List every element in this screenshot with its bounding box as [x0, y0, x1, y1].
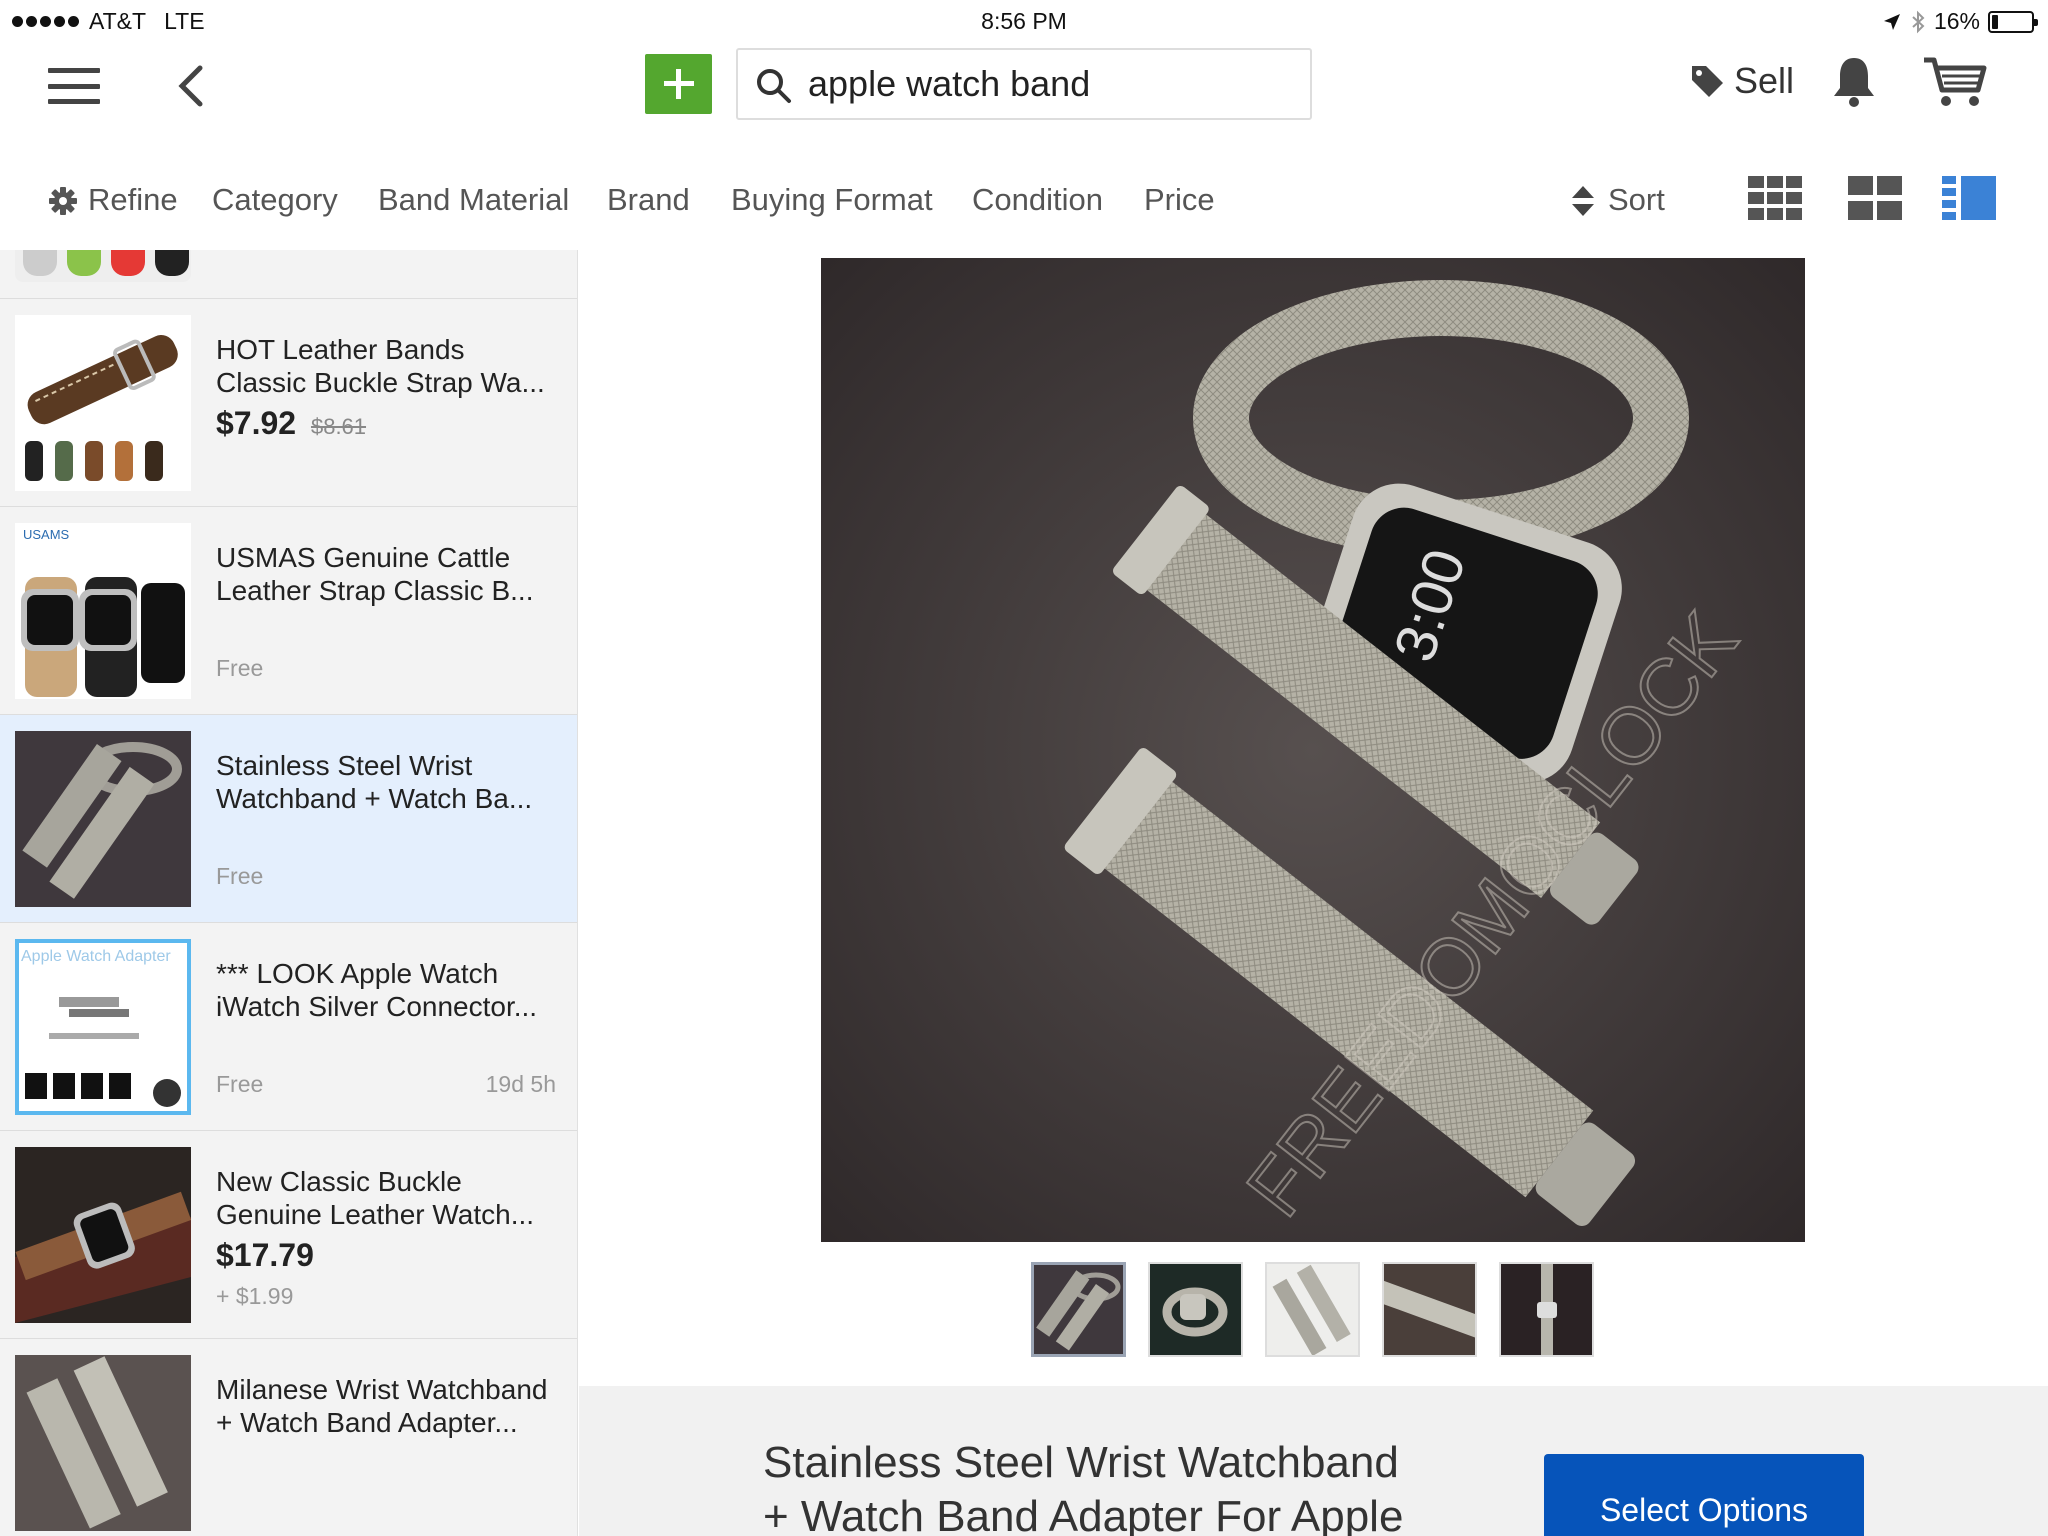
listing-title: *** LOOK Apple Watch iWatch Silver Conne…	[216, 957, 556, 1023]
battery-icon	[1988, 10, 2038, 33]
filter-bar: Refine Category Band Material Brand Buyi…	[0, 170, 2048, 236]
listing-title: New Classic Buckle Genuine Leather Watch…	[216, 1165, 556, 1231]
listing-thumbnail	[15, 1355, 191, 1531]
sell-label: Sell	[1734, 60, 1795, 101]
list-item-selected[interactable]: Stainless Steel Wrist Watchband + Watch …	[0, 714, 577, 922]
results-list: HOT Leather Bands Classic Buckle Strap W…	[0, 250, 578, 1536]
list-item[interactable]: USAMS USMAS Genuine Cattle Leather Strap…	[0, 506, 577, 714]
shopping-cart-icon[interactable]	[1922, 54, 1988, 110]
listing-title-line2: Leather Strap Classic B...	[216, 575, 534, 606]
listing-title: Milanese Wrist Watchband + Watch Band Ad…	[216, 1373, 556, 1439]
listing-thumbnail	[15, 731, 191, 907]
listing-thumbnail	[15, 1147, 191, 1323]
grid-view-large-icon[interactable]	[1848, 176, 1902, 220]
listing-title-line2: Watchband + Watch Ba...	[216, 783, 533, 814]
listing-title: USMAS Genuine Cattle Leather Strap Class…	[216, 541, 556, 607]
list-item[interactable]: New Classic Buckle Genuine Leather Watch…	[0, 1130, 577, 1338]
back-chevron-icon[interactable]	[172, 62, 212, 110]
status-bar: AT&T LTE 8:56 PM 16%	[0, 0, 2048, 40]
item-title-line1: Stainless Steel Wrist Watchband	[763, 1438, 1399, 1487]
thumb-brand-text: USAMS	[23, 527, 70, 542]
gallery-thumb[interactable]	[1148, 1262, 1243, 1357]
condition-filter[interactable]: Condition	[972, 182, 1103, 218]
listing-title-line1: Milanese Wrist Watchband	[216, 1374, 548, 1405]
tag-icon	[1692, 66, 1723, 97]
listing-title-line1: New Classic Buckle	[216, 1166, 462, 1197]
current-price: $7.92	[216, 405, 297, 441]
buying-format-filter[interactable]: Buying Format	[731, 182, 933, 218]
brand-filter[interactable]: Brand	[607, 182, 690, 218]
thumb-caption-text: Apple Watch Adapter	[21, 948, 171, 965]
hamburger-menu-icon[interactable]	[48, 68, 100, 104]
listing-title-line2: Genuine Leather Watch...	[216, 1199, 535, 1230]
photo-gallery	[1031, 1262, 1594, 1357]
partial-listing-thumbnail[interactable]	[15, 250, 191, 282]
listing-title: Stainless Steel Wrist Watchband + Watch …	[216, 749, 556, 815]
listing-title-line2: iWatch Silver Connector...	[216, 991, 538, 1022]
shipping-cost: + $1.99	[216, 1283, 294, 1309]
listing-title-line2: Classic Buckle Strap Wa...	[216, 367, 545, 398]
list-item[interactable]: Milanese Wrist Watchband + Watch Band Ad…	[0, 1338, 577, 1536]
shipping-cost: Free	[216, 1071, 264, 1097]
bluetooth-icon	[1912, 10, 1925, 33]
listing-thumbnail	[15, 315, 191, 491]
item-title-line2: + Watch Band Adapter For Apple	[763, 1492, 1404, 1536]
sort-button[interactable]: Sort	[1608, 182, 1665, 218]
gallery-thumb[interactable]	[1499, 1262, 1594, 1357]
category-filter[interactable]: Category	[212, 182, 338, 218]
notifications-bell-icon[interactable]	[1830, 54, 1878, 108]
listing-title-line2: + Watch Band Adapter...	[216, 1407, 518, 1438]
shipping-cost: Free	[216, 655, 264, 681]
listing-title-line1: Stainless Steel Wrist	[216, 750, 473, 781]
listing-thumbnail: Apple Watch Adapter	[15, 939, 191, 1115]
listing-thumbnail: USAMS	[15, 523, 191, 699]
main-product-photo[interactable]: 3:00 FREEDOMOCLOCK	[821, 258, 1805, 1242]
shipping-cost: Free	[216, 863, 264, 889]
item-detail: 3:00 FREEDOMOCLOCK Stainless Steel Wrist…	[579, 250, 2048, 1536]
list-item[interactable]: Apple Watch Adapter *** LOOK Apple Watch…	[0, 922, 577, 1130]
sort-icon	[1572, 186, 1594, 216]
listing-title-line1: *** LOOK Apple Watch	[216, 958, 499, 989]
top-nav: Sell	[0, 40, 2048, 130]
gallery-thumb[interactable]	[1265, 1262, 1360, 1357]
listing-title-line1: USMAS Genuine Cattle	[216, 542, 511, 573]
gear-icon	[49, 187, 77, 215]
band-material-filter[interactable]: Band Material	[378, 182, 569, 218]
original-price: $8.61	[310, 414, 367, 439]
location-arrow-icon	[1883, 13, 1900, 30]
listing-title: HOT Leather Bands Classic Buckle Strap W…	[216, 333, 556, 399]
listing-title-line1: HOT Leather Bands	[216, 334, 465, 365]
item-footer: Stainless Steel Wrist Watchband + Watch …	[579, 1386, 2048, 1536]
grid-view-small-icon[interactable]	[1748, 176, 1802, 220]
list-item[interactable]: HOT Leather Bands Classic Buckle Strap W…	[0, 298, 577, 506]
add-button[interactable]	[645, 54, 712, 114]
listing-price: $17.79	[216, 1237, 314, 1273]
search-input[interactable]	[808, 60, 1288, 108]
price-filter[interactable]: Price	[1144, 182, 1215, 218]
list-view-icon[interactable]	[1942, 176, 1996, 220]
gallery-thumb[interactable]	[1031, 1262, 1126, 1357]
sell-button[interactable]: Sell	[1688, 60, 1794, 102]
select-options-button[interactable]: Select Options	[1544, 1454, 1864, 1536]
gallery-thumb[interactable]	[1382, 1262, 1477, 1357]
listing-price: $7.92 $8.61	[216, 405, 366, 442]
battery-percent: 16%	[1933, 8, 1980, 34]
search-icon	[757, 69, 791, 103]
item-title: Stainless Steel Wrist Watchband + Watch …	[763, 1436, 1483, 1536]
refine-filter[interactable]: Refine	[88, 182, 178, 218]
search-box[interactable]	[736, 48, 1312, 120]
time-left: 19d 5h	[485, 1071, 556, 1097]
clock: 8:56 PM	[981, 8, 1067, 34]
